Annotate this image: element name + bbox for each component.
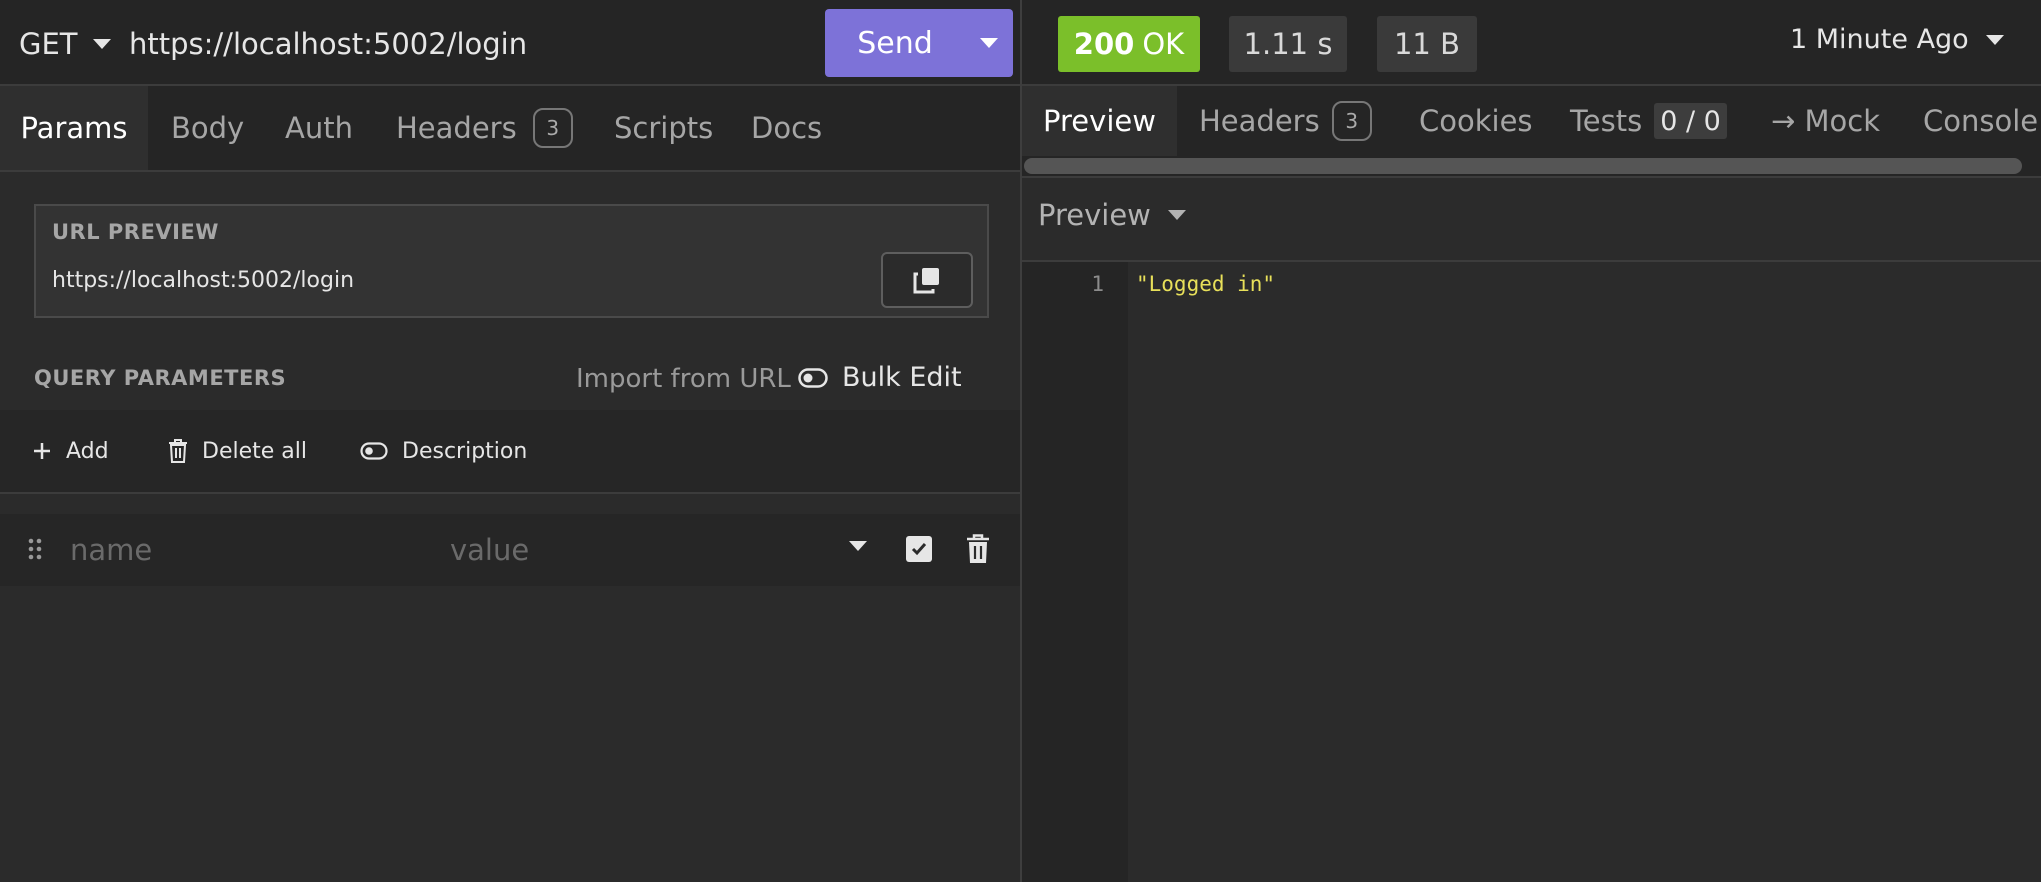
- response-pane: 200 OK 1.11 s 11 B 1 Minute Ago Preview …: [1022, 0, 2041, 882]
- query-params-toolbar: Add Delete all Description: [0, 410, 1020, 494]
- request-pane: GET Send Params Body Auth Headers 3: [0, 0, 1020, 882]
- headers-count-badge: 3: [532, 108, 573, 148]
- chevron-down-icon: [1985, 34, 2005, 46]
- method-dropdown[interactable]: GET: [19, 24, 112, 64]
- tab-console-label: Console: [1923, 104, 2039, 138]
- tab-mock-label: → Mock: [1771, 104, 1881, 138]
- tab-response-headers-label: Headers: [1199, 104, 1320, 138]
- chevron-down-icon: [1167, 209, 1187, 221]
- response-status-bar: 200 OK 1.11 s 11 B 1 Minute Ago: [1022, 0, 2041, 86]
- tab-scripts-label: Scripts: [614, 111, 714, 145]
- tab-preview-label: Preview: [1043, 104, 1156, 138]
- tabs-scrollbar[interactable]: [1022, 156, 2041, 178]
- response-headers-count-badge: 3: [1331, 101, 1372, 141]
- param-value-input[interactable]: [450, 528, 830, 572]
- param-options-dropdown[interactable]: [848, 540, 868, 552]
- chevron-down-icon: [979, 37, 999, 49]
- tab-cookies[interactable]: Cookies: [1419, 86, 1533, 156]
- tab-auth[interactable]: Auth: [285, 86, 353, 170]
- copy-icon: [912, 265, 942, 295]
- param-name-input[interactable]: [70, 528, 430, 572]
- chevron-down-icon: [92, 38, 112, 50]
- tab-auth-label: Auth: [285, 111, 353, 145]
- scrollbar-thumb[interactable]: [1024, 158, 2022, 174]
- status-badge: 200 OK: [1058, 16, 1200, 72]
- description-label: Description: [402, 438, 528, 464]
- query-parameters-title: QUERY PARAMETERS: [34, 366, 287, 390]
- add-label: Add: [66, 438, 109, 464]
- send-button[interactable]: Send: [825, 9, 965, 77]
- response-tabs: Preview Headers 3 Cookies Tests 0 / 0 → …: [1022, 86, 2041, 156]
- response-history-dropdown[interactable]: 1 Minute Ago: [1790, 24, 2005, 55]
- line-number-gutter: 1: [1022, 262, 1128, 882]
- send-options-button[interactable]: [965, 9, 1013, 77]
- request-tabs: Params Body Auth Headers 3 Scripts Docs: [0, 86, 1020, 172]
- tab-body-label: Body: [171, 111, 245, 145]
- preview-mode-bar: Preview: [1022, 178, 2041, 262]
- toggle-off-icon: [360, 442, 388, 460]
- status-code: 200: [1073, 27, 1135, 61]
- tab-preview[interactable]: Preview: [1022, 86, 1177, 156]
- url-preview-panel: URL PREVIEW https://localhost:5002/login: [34, 204, 989, 318]
- import-from-url-button[interactable]: Import from URL: [576, 364, 791, 394]
- param-enabled-checkbox[interactable]: [906, 536, 932, 562]
- tab-body[interactable]: Body: [171, 86, 244, 170]
- method-label: GET: [19, 27, 78, 61]
- description-toggle[interactable]: Description: [360, 410, 527, 492]
- delete-all-button[interactable]: Delete all: [168, 410, 307, 492]
- param-row: [0, 514, 1020, 586]
- tests-count-badge: 0 / 0: [1654, 103, 1727, 139]
- send-button-group: Send: [825, 9, 1013, 77]
- url-bar: GET Send: [0, 0, 1020, 86]
- url-preview-text: https://localhost:5002/login: [52, 268, 355, 293]
- tab-docs[interactable]: Docs: [751, 86, 822, 170]
- trash-icon: [168, 439, 188, 463]
- bulk-edit-toggle[interactable]: Bulk Edit: [798, 362, 962, 393]
- url-preview-title: URL PREVIEW: [52, 220, 219, 244]
- line-number: 1: [1091, 272, 1104, 296]
- preview-mode-label: Preview: [1038, 198, 1151, 232]
- url-input[interactable]: [129, 22, 809, 66]
- add-param-button[interactable]: Add: [32, 410, 109, 492]
- tab-tests-label: Tests: [1570, 104, 1643, 138]
- tab-docs-label: Docs: [751, 111, 823, 145]
- tab-headers[interactable]: Headers 3: [396, 86, 573, 170]
- tab-response-headers[interactable]: Headers 3: [1199, 86, 1372, 156]
- tab-headers-label: Headers: [396, 111, 517, 145]
- response-time-badge: 1.11 s: [1229, 16, 1347, 72]
- delete-all-label: Delete all: [202, 438, 307, 464]
- status-text: OK: [1142, 27, 1185, 61]
- tab-console[interactable]: Console: [1923, 86, 2038, 156]
- drag-handle-icon[interactable]: [28, 538, 42, 560]
- tab-params-label: Params: [20, 111, 128, 145]
- tab-cookies-label: Cookies: [1419, 104, 1533, 138]
- tab-mock[interactable]: → Mock: [1771, 86, 1880, 156]
- tab-scripts[interactable]: Scripts: [614, 86, 713, 170]
- response-size-badge: 11 B: [1377, 16, 1477, 72]
- response-timestamp: 1 Minute Ago: [1790, 24, 1969, 55]
- preview-mode-dropdown[interactable]: Preview: [1038, 198, 1187, 232]
- bulk-edit-label: Bulk Edit: [842, 362, 962, 393]
- toggle-off-icon: [798, 367, 828, 388]
- delete-param-button[interactable]: [966, 534, 990, 564]
- tab-params[interactable]: Params: [0, 86, 148, 170]
- response-body-line: "Logged in": [1136, 272, 1276, 296]
- tab-tests[interactable]: Tests 0 / 0: [1570, 86, 1727, 156]
- copy-url-button[interactable]: [881, 252, 973, 308]
- plus-icon: [32, 441, 52, 461]
